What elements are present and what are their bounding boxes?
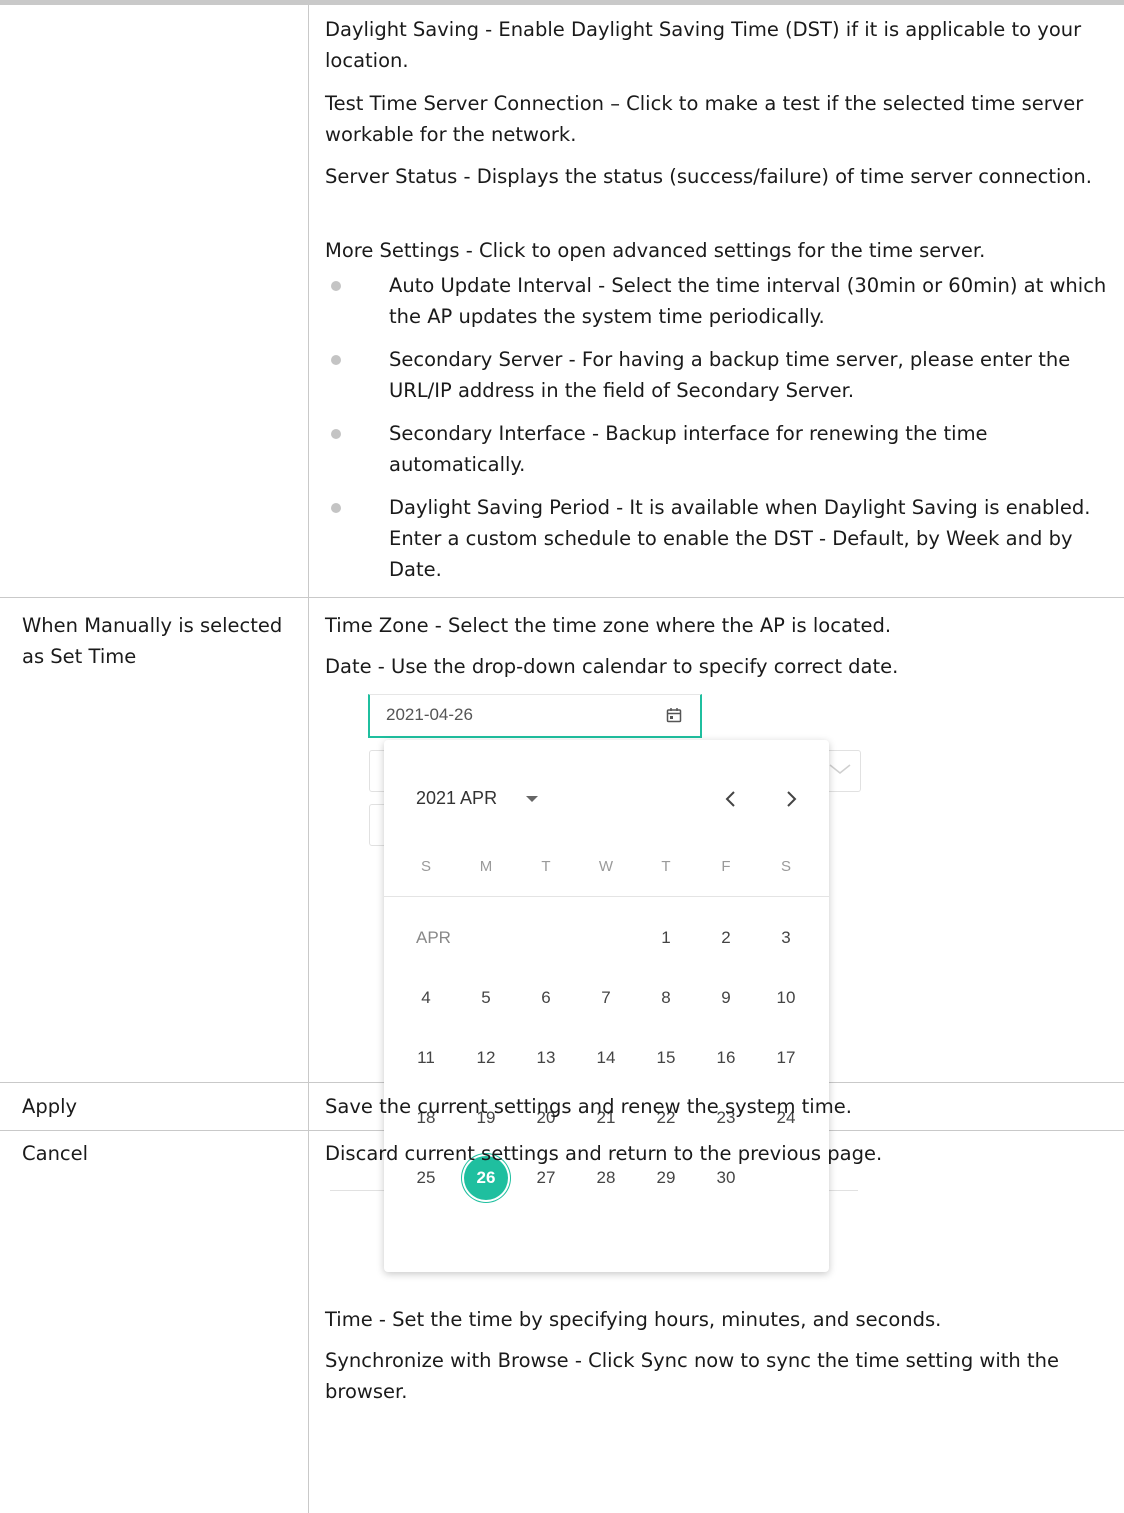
day-cell[interactable]: 16	[704, 1036, 748, 1080]
row-divider	[0, 597, 1124, 598]
calendar-divider	[384, 896, 829, 897]
table-top-border	[0, 0, 1124, 5]
cancel-label: Cancel	[22, 1142, 89, 1165]
weekday-label: S	[420, 858, 431, 875]
cancel-desc: Discard current settings and return to t…	[325, 1142, 883, 1165]
more-settings-desc: More Settings - Click to open advanced s…	[325, 239, 986, 262]
sync-browser-desc: Synchronize with Browse - Click Sync now…	[325, 1349, 1059, 1403]
bullet-dot	[331, 429, 341, 439]
day-cell[interactable]: 3	[764, 916, 808, 960]
day-cell[interactable]: 4	[404, 976, 448, 1020]
chevron-left-icon[interactable]	[716, 784, 746, 814]
day-cell[interactable]: 17	[764, 1036, 808, 1080]
chevron-down-icon	[829, 764, 851, 774]
day-cell[interactable]: 8	[644, 976, 688, 1020]
daylight-saving-desc: Daylight Saving - Enable Daylight Saving…	[325, 18, 1082, 72]
day-cell[interactable]: 11	[404, 1036, 448, 1080]
date-input-value: 2021-04-26	[386, 705, 473, 724]
apply-desc: Save the current settings and renew the …	[325, 1095, 852, 1118]
day-cell[interactable]: 14	[584, 1036, 628, 1080]
server-status-desc: Server Status - Displays the status (suc…	[325, 165, 1092, 188]
day-cell[interactable]: 6	[524, 976, 568, 1020]
weekday-label: M	[479, 858, 493, 875]
day-cell[interactable]: 7	[584, 976, 628, 1020]
day-cell[interactable]: 2	[704, 916, 748, 960]
date-picker-popup: 2021 APR SMTWTFS APR 1 2 3 4 5 6 7 8 9 10 11 12 13 14…	[384, 740, 829, 1272]
bullet-dot	[331, 355, 341, 365]
apply-label: Apply	[22, 1095, 78, 1118]
day-cell[interactable]: 5	[464, 976, 508, 1020]
month-year-selector[interactable]: 2021 APR	[416, 788, 497, 809]
auto-update-interval-desc: Auto Update Interval - Select the time i…	[389, 274, 1107, 328]
day-cell[interactable]: 13	[524, 1036, 568, 1080]
manual-page: Daylight Saving - Enable Daylight Saving…	[0, 0, 1124, 1513]
date-input[interactable]: 2021-04-26	[368, 694, 702, 738]
bullet-dot	[331, 281, 341, 291]
day-cell[interactable]: 15	[644, 1036, 688, 1080]
calendar-icon[interactable]	[666, 707, 682, 723]
month-label: APR	[416, 928, 451, 947]
day-cell[interactable]: 12	[464, 1036, 508, 1080]
daylight-saving-period-desc: Daylight Saving Period - It is available…	[389, 496, 1091, 581]
weekday-label: T	[541, 858, 551, 875]
secondary-server-desc: Secondary Server - For having a backup t…	[389, 348, 1071, 402]
date-desc: Date - Use the drop-down calendar to spe…	[325, 655, 899, 678]
chevron-right-icon[interactable]	[776, 784, 806, 814]
day-cell[interactable]: 1	[644, 916, 688, 960]
caret-down-icon[interactable]	[526, 796, 538, 802]
time-desc: Time - Set the time by specifying hours,…	[325, 1308, 942, 1331]
time-zone-desc: Time Zone - Select the time zone where t…	[325, 614, 892, 637]
day-cell[interactable]: 10	[764, 976, 808, 1020]
manual-set-time-label: When Manually is selected as Set Time	[22, 614, 283, 668]
weekday-label: W	[598, 858, 614, 875]
secondary-interface-desc: Secondary Interface - Backup interface f…	[389, 422, 988, 476]
test-connection-desc: Test Time Server Connection – Click to m…	[325, 92, 1084, 146]
bullet-dot	[331, 503, 341, 513]
hidden-divider	[330, 1190, 390, 1191]
day-cell[interactable]: 9	[704, 976, 748, 1020]
weekday-label: F	[721, 858, 731, 875]
column-divider	[308, 5, 309, 1513]
weekday-label: S	[780, 858, 791, 875]
weekday-label: T	[661, 858, 671, 875]
hidden-divider	[828, 1190, 858, 1191]
